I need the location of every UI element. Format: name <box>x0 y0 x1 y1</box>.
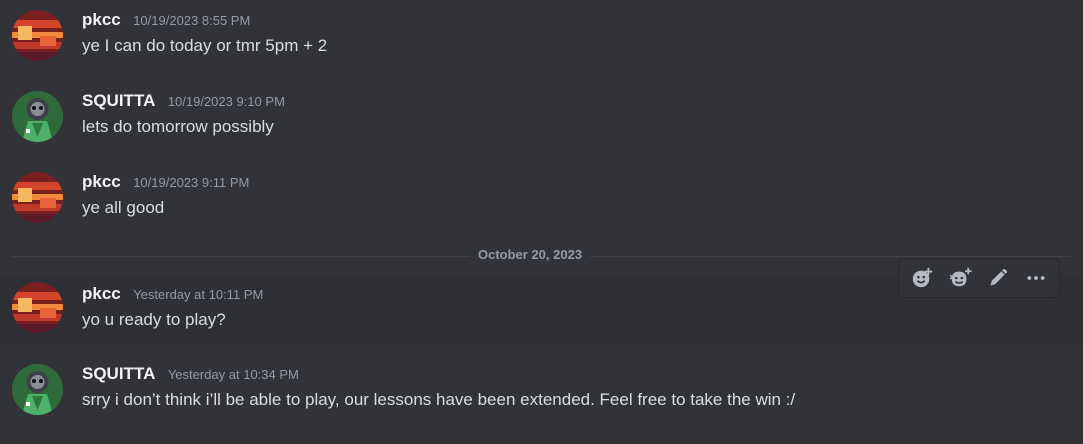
username[interactable]: SQUITTA <box>82 91 155 110</box>
timestamp[interactable]: 10/19/2023 8:55 PM <box>133 13 250 28</box>
timestamp[interactable]: 10/19/2023 9:10 PM <box>168 94 285 109</box>
timestamp[interactable]: Yesterday at 10:34 PM <box>168 367 299 382</box>
message-content: yo u ready to play? <box>82 310 226 329</box>
pkcc-avatar[interactable] <box>12 282 63 333</box>
timestamp[interactable]: Yesterday at 10:11 PM <box>133 287 263 302</box>
username[interactable]: SQUITTA <box>82 364 155 383</box>
pkcc-avatar[interactable] <box>12 172 63 223</box>
squitta-avatar[interactable] <box>12 91 63 142</box>
message-item: SQUITTA Yesterday at 10:34 PM srry i don… <box>0 364 1083 444</box>
squitta-avatar[interactable] <box>12 364 63 415</box>
message-header: pkcc 10/19/2023 9:11 PM <box>82 172 249 194</box>
timestamp[interactable]: 10/19/2023 9:11 PM <box>133 175 249 190</box>
pkcc-avatar[interactable] <box>12 10 63 61</box>
message-header: SQUITTA 10/19/2023 9:10 PM <box>82 91 285 113</box>
message-content: ye I can do today or tmr 5pm + 2 <box>82 36 328 55</box>
message-content: ye all good <box>82 198 165 217</box>
message-content: lets do tomorrow possibly <box>82 117 274 136</box>
username[interactable]: pkcc <box>82 172 121 191</box>
message-content: srry i don’t think i’ll be able to play,… <box>82 390 796 409</box>
chat-log: pkcc 10/19/2023 8:55 PM ye I can do toda… <box>0 0 1083 444</box>
message-item: pkcc 10/19/2023 9:11 PM ye all good <box>0 172 1083 252</box>
add-reaction-icon[interactable] <box>906 262 938 294</box>
message-header: pkcc 10/19/2023 8:55 PM <box>82 10 250 32</box>
message-item: SQUITTA 10/19/2023 9:10 PM lets do tomor… <box>0 91 1083 171</box>
edit-icon[interactable] <box>982 262 1014 294</box>
date-divider-label: October 20, 2023 <box>470 247 591 262</box>
message-item: pkcc 10/19/2023 8:55 PM ye I can do toda… <box>0 10 1083 90</box>
username[interactable]: pkcc <box>82 284 121 303</box>
add-super-reaction-icon[interactable] <box>944 262 976 294</box>
more-options-icon[interactable] <box>1020 262 1052 294</box>
message-header: pkcc Yesterday at 10:11 PM <box>82 284 263 306</box>
message-header: SQUITTA Yesterday at 10:34 PM <box>82 364 299 386</box>
message-actions-toolbar <box>898 258 1060 298</box>
username[interactable]: pkcc <box>82 10 121 29</box>
